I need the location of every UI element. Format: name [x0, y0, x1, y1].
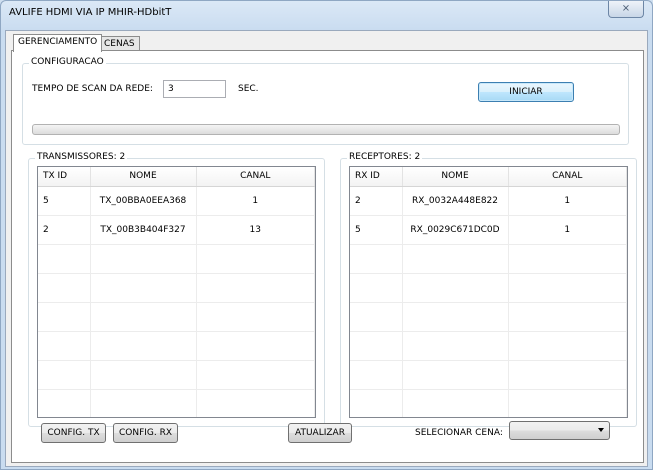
close-button[interactable]: ⨯ — [608, 1, 644, 18]
empty-row — [38, 331, 315, 361]
cell-nome: RX_0032A448E822 — [402, 186, 509, 216]
config-rx-button[interactable]: CONFIG. RX — [113, 423, 178, 443]
empty-row — [350, 273, 627, 303]
close-icon: ⨯ — [621, 3, 631, 14]
cell-tx-id: 2 — [38, 215, 91, 245]
cell-nome: RX_0029C671DC0D — [402, 215, 509, 245]
column-header-tx-id[interactable]: TX ID — [38, 167, 91, 187]
empty-row — [38, 302, 315, 332]
column-header-canal[interactable]: CANAL — [196, 167, 315, 187]
empty-row — [38, 273, 315, 303]
config-tx-button[interactable]: CONFIG. TX — [41, 423, 106, 443]
column-header-canal[interactable]: CANAL — [508, 167, 627, 187]
empty-row — [38, 244, 315, 274]
scan-time-input[interactable] — [163, 80, 226, 98]
receivers-group: RECEPTORES: 2 RX ID NOME CANAL 2 RX_0032… — [340, 152, 637, 427]
table-row[interactable]: 2 RX_0032A448E822 1 — [350, 186, 627, 216]
cell-nome: TX_00BBA0EEA368 — [90, 186, 197, 216]
receivers-group-title: RECEPTORES: 2 — [347, 152, 423, 162]
scene-select-label: SELECIONAR CENA: — [415, 428, 503, 438]
cell-canal: 1 — [508, 186, 627, 216]
client-area: GERENCIAMENTO CENAS CONFIGURACAO TEMPO D… — [5, 30, 648, 467]
cell-nome: TX_00B3B404F327 — [90, 215, 197, 245]
cell-canal: 13 — [196, 215, 315, 245]
column-header-nome[interactable]: NOME — [90, 167, 197, 187]
window-title: AVLIFE HDMI VIA IP MHIR-HDbitT — [9, 7, 172, 18]
table-row[interactable]: 5 RX_0029C671DC0D 1 — [350, 215, 627, 245]
refresh-button[interactable]: ATUALIZAR — [288, 423, 352, 443]
tab-page-gerenciamento: CONFIGURACAO TEMPO DE SCAN DA REDE: SEC.… — [11, 50, 644, 463]
table-header: RX ID NOME CANAL — [350, 167, 627, 187]
config-group-title: CONFIGURACAO — [29, 57, 106, 67]
cell-tx-id: 5 — [38, 186, 91, 216]
transmitters-group-title: TRANSMISSORES: 2 — [35, 152, 128, 162]
empty-row — [350, 331, 627, 361]
start-button[interactable]: INICIAR — [478, 82, 574, 102]
cell-canal: 1 — [196, 186, 315, 216]
table-header: TX ID NOME CANAL — [38, 167, 315, 187]
cell-rx-id: 2 — [350, 186, 403, 216]
empty-row — [350, 302, 627, 332]
empty-row — [350, 244, 627, 274]
cell-canal: 1 — [508, 215, 627, 245]
scan-unit-label: SEC. — [238, 84, 259, 94]
empty-row — [38, 389, 315, 417]
cell-rx-id: 5 — [350, 215, 403, 245]
transmitters-group: TRANSMISSORES: 2 TX ID NOME CANAL 5 TX_0… — [28, 152, 325, 427]
column-header-nome[interactable]: NOME — [402, 167, 509, 187]
table-row[interactable]: 5 TX_00BBA0EEA368 1 — [38, 186, 315, 216]
empty-row — [350, 389, 627, 417]
scan-progress-bar — [32, 124, 620, 135]
column-header-rx-id[interactable]: RX ID — [350, 167, 403, 187]
app-window: AVLIFE HDMI VIA IP MHIR-HDbitT ⨯ GERENCI… — [0, 0, 653, 470]
config-group: CONFIGURACAO TEMPO DE SCAN DA REDE: SEC.… — [22, 57, 629, 145]
receivers-table: RX ID NOME CANAL 2 RX_0032A448E822 1 5 R… — [349, 166, 628, 418]
table-row[interactable]: 2 TX_00B3B404F327 13 — [38, 215, 315, 245]
empty-row — [350, 360, 627, 390]
tab-gerenciamento[interactable]: GERENCIAMENTO — [13, 34, 103, 52]
scene-select[interactable] — [509, 421, 610, 440]
transmitters-table: TX ID NOME CANAL 5 TX_00BBA0EEA368 1 2 T… — [37, 166, 316, 418]
scan-time-label: TEMPO DE SCAN DA REDE: — [32, 84, 153, 94]
chevron-down-icon — [598, 428, 604, 432]
empty-row — [38, 360, 315, 390]
